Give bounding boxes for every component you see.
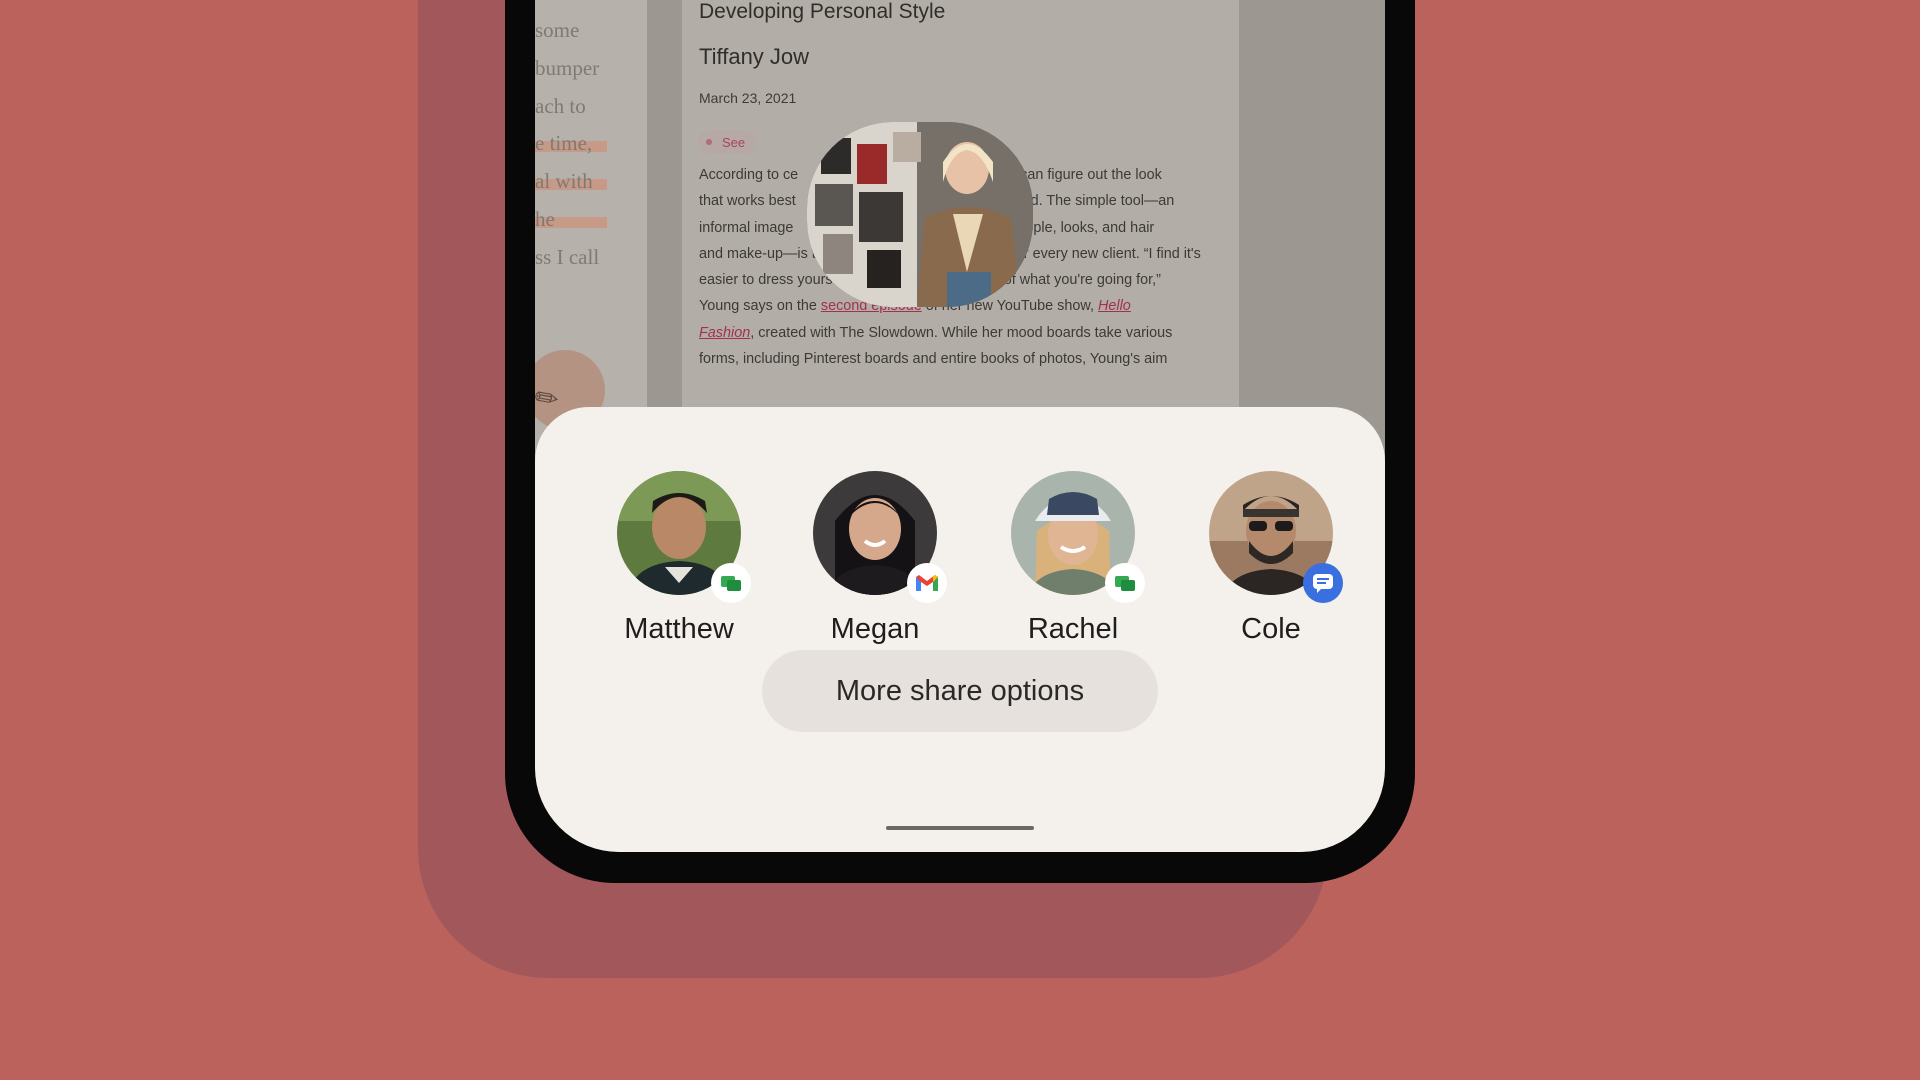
share-target-rachel[interactable]: Rachel xyxy=(998,471,1148,646)
video-thumbnail[interactable] xyxy=(807,122,1033,307)
body-text: e can figure out the look xyxy=(1008,167,1162,183)
more-share-options-button[interactable]: More share options xyxy=(762,650,1158,732)
contact-name: Matthew xyxy=(624,613,734,645)
avatar xyxy=(1011,471,1145,603)
body-text: that works best xyxy=(699,193,796,210)
body-text: ard. The simple tool—an xyxy=(1017,193,1175,210)
doc-line: bumper xyxy=(535,56,600,80)
body-text: forms, including Pinterest boards and en… xyxy=(699,351,1168,368)
avatar xyxy=(813,471,947,603)
contact-name: Cole xyxy=(1241,613,1301,645)
share-sheet: Matthew Megan Rachel Cole More share opt… xyxy=(535,407,1385,852)
avatar xyxy=(1209,471,1343,603)
chip-dot-icon xyxy=(706,139,712,145)
body-text: Young says on the xyxy=(699,298,821,315)
body-text: and make-up—is t xyxy=(699,245,816,262)
google-messages-icon xyxy=(1105,563,1145,603)
doc-line: some xyxy=(535,18,580,42)
body-text: According to ce xyxy=(699,167,799,183)
contact-name: Rachel xyxy=(1027,613,1119,645)
google-messages-icon xyxy=(711,563,751,603)
doc-line: al with xyxy=(535,169,593,193)
contact-name: Megan xyxy=(830,613,920,645)
messages-icon xyxy=(1303,563,1343,603)
share-target-matthew[interactable]: Matthew xyxy=(604,471,754,646)
doc-line: e time, xyxy=(535,131,593,155)
doc-line: he xyxy=(535,207,555,231)
body-text: informal image xyxy=(699,219,798,236)
body-text: or every new client. “I find it's xyxy=(1015,245,1201,262)
hello-fashion-link[interactable]: Hello xyxy=(1098,298,1131,314)
hello-fashion-link-cont[interactable]: Fashion xyxy=(699,325,750,341)
article-title: Developing Personal Style xyxy=(699,0,946,23)
article-date: March 23, 2021 xyxy=(699,90,797,106)
chip-label: See xyxy=(722,134,746,150)
body-text: , created with The Slowdown. While her m… xyxy=(750,324,1173,341)
doc-line: ach to xyxy=(535,94,586,118)
navigation-handle[interactable] xyxy=(886,826,1034,830)
avatar xyxy=(617,471,751,603)
see-chip[interactable]: See xyxy=(698,130,758,154)
share-target-megan[interactable]: Megan xyxy=(800,471,950,646)
gmail-icon xyxy=(907,563,947,603)
share-target-cole[interactable]: Cole xyxy=(1196,471,1346,646)
article-author: Tiffany Jow xyxy=(699,44,810,69)
doc-line: ss I call xyxy=(535,245,600,269)
